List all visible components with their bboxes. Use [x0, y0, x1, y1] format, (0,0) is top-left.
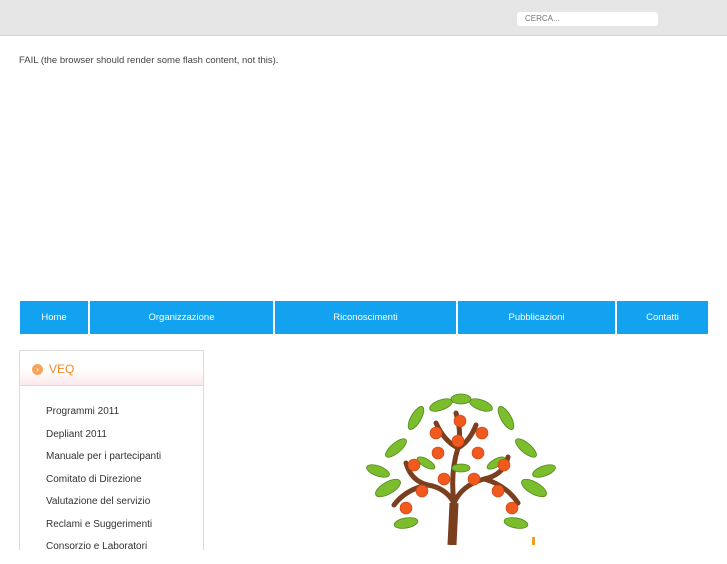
- sidebar-item-depliant[interactable]: Depliant 2011: [46, 429, 161, 452]
- sidebar-header: › VEQ: [20, 351, 203, 386]
- sidebar-item-manuale[interactable]: Manuale per i partecipanti: [46, 451, 161, 474]
- sidebar-item-valutazione[interactable]: Valutazione del servizio: [46, 496, 161, 519]
- nav-organizzazione[interactable]: Organizzazione: [90, 301, 273, 334]
- sidebar-item-reclami[interactable]: Reclami e Suggerimenti: [46, 519, 161, 542]
- nav-contatti[interactable]: Contatti: [617, 301, 708, 334]
- sidebar-item-consorzio[interactable]: Consorzio e Laboratori: [46, 541, 161, 564]
- sidebar-menu: Programmi 2011 Depliant 2011 Manuale per…: [46, 406, 161, 564]
- flash-fallback-message: FAIL (the browser should render some fla…: [19, 55, 279, 66]
- chevron-right-icon: ›: [32, 364, 43, 375]
- nav-riconoscimenti[interactable]: Riconoscimenti: [275, 301, 456, 334]
- sidebar-veq: › VEQ Programmi 2011 Depliant 2011 Manua…: [19, 350, 204, 552]
- search-input[interactable]: [517, 12, 658, 26]
- nav-home[interactable]: Home: [20, 301, 88, 334]
- sidebar-title: VEQ: [49, 362, 75, 376]
- sidebar-item-programmi[interactable]: Programmi 2011: [46, 406, 161, 429]
- sidebar-item-comitato[interactable]: Comitato di Direzione: [46, 474, 161, 497]
- nav-pubblicazioni[interactable]: Pubblicazioni: [458, 301, 615, 334]
- top-bar: [0, 0, 727, 36]
- apple-tree-illustration: [366, 393, 556, 545]
